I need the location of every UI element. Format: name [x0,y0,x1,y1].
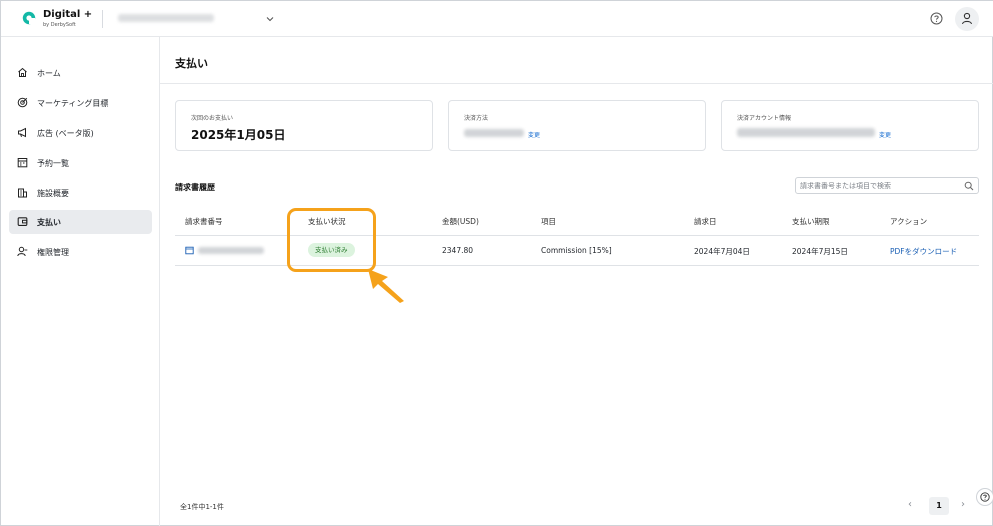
invoice-search-input[interactable] [800,180,960,192]
invoice-date-cell: 2024年7月04日 [694,247,750,256]
sidebar: ホーム マーケティング目標 広告 (ベータ版) 予約一覧 施設概要 支払い 権限… [1,37,160,526]
invoice-document-icon[interactable] [185,246,194,255]
sidebar-item-label: 広告 (ベータ版) [37,129,94,138]
sidebar-item-ads[interactable]: 広告 (ベータ版) [9,121,152,145]
building-icon [18,188,27,198]
payment-method-redacted [464,129,524,137]
brand-title[interactable]: Digital + [43,9,92,20]
chevron-down-icon[interactable] [264,13,276,25]
payment-method-card: 決済方法 変更 [448,100,706,151]
sidebar-item-payments[interactable]: 支払い [9,210,152,234]
sidebar-item-label: ホーム [37,69,61,78]
app-window: Digital + by DerbySoft ホーム マーケティング目標 広告 … [0,0,993,526]
column-header-due-date: 支払い期限 [792,217,830,226]
item-cell: Commission [15%] [541,246,612,255]
help-icon[interactable] [930,12,943,25]
title-divider [160,83,993,84]
pagination-next-button[interactable]: › [961,499,965,510]
invoice-number-redacted[interactable] [198,247,264,254]
sidebar-item-marketing-goals[interactable]: マーケティング目標 [9,91,152,115]
payment-method-label: 決済方法 [464,115,489,122]
home-icon [18,67,27,77]
pagination-page-current[interactable]: 1 [929,497,949,515]
page-title: 支払い [175,57,208,70]
sidebar-item-label: 施設概要 [37,189,69,198]
change-payment-account-link[interactable]: 変更 [879,130,891,139]
download-pdf-link[interactable]: PDFをダウンロード [890,246,957,257]
megaphone-icon [18,127,26,138]
calendar-icon [17,158,28,168]
sidebar-item-property-overview[interactable]: 施設概要 [9,181,152,205]
search-icon[interactable] [964,181,974,191]
target-icon [17,97,28,108]
next-payment-card: 次回のお支払い 2025年1月05日 [175,100,433,151]
header-divider [102,10,103,28]
column-header-item: 項目 [541,217,556,226]
column-header-invoice-date: 請求日 [694,217,717,226]
sidebar-item-permissions[interactable]: 権限管理 [9,240,152,264]
user-menu-button[interactable] [955,7,979,31]
payment-account-card: 決済アカウント情報 変更 [721,100,979,151]
column-header-invoice-number: 請求書番号 [185,217,223,226]
payment-account-label: 決済アカウント情報 [737,115,792,122]
help-icon [980,492,990,502]
amount-cell: 2347.80 [442,246,474,255]
sidebar-item-home[interactable]: ホーム [9,61,152,85]
sidebar-item-label: 支払い [37,218,61,227]
change-payment-method-link[interactable]: 変更 [528,130,540,139]
due-date-cell: 2024年7月15日 [792,247,848,256]
invoice-search[interactable] [795,177,979,194]
sidebar-item-label: マーケティング目標 [37,99,109,108]
next-payment-date: 2025年1月05日 [191,128,286,142]
annotation-arrow-icon [368,269,404,303]
invoice-history-title: 請求書履歴 [175,183,215,192]
brand-logo-icon[interactable] [22,11,36,25]
sidebar-item-reservations[interactable]: 予約一覧 [9,151,152,175]
annotation-highlight-box [287,208,376,272]
sidebar-item-label: 権限管理 [37,248,69,257]
next-payment-label: 次回のお支払い [191,115,234,122]
user-icon [961,12,973,25]
column-header-action: アクション [890,217,928,226]
help-float-button[interactable] [976,488,993,506]
column-header-amount: 金額(USD) [442,217,479,226]
top-bar: Digital + by DerbySoft [1,1,993,37]
account-selector-redacted[interactable] [118,14,214,22]
wallet-icon [17,217,28,226]
pagination-prev-button[interactable]: ‹ [908,499,912,510]
brand-subtitle: by DerbySoft [43,22,76,28]
user-permission-icon [17,246,28,257]
pagination-summary: 全1件中1-1件 [180,503,224,511]
payment-account-redacted [737,128,875,137]
sidebar-item-label: 予約一覧 [37,159,69,168]
